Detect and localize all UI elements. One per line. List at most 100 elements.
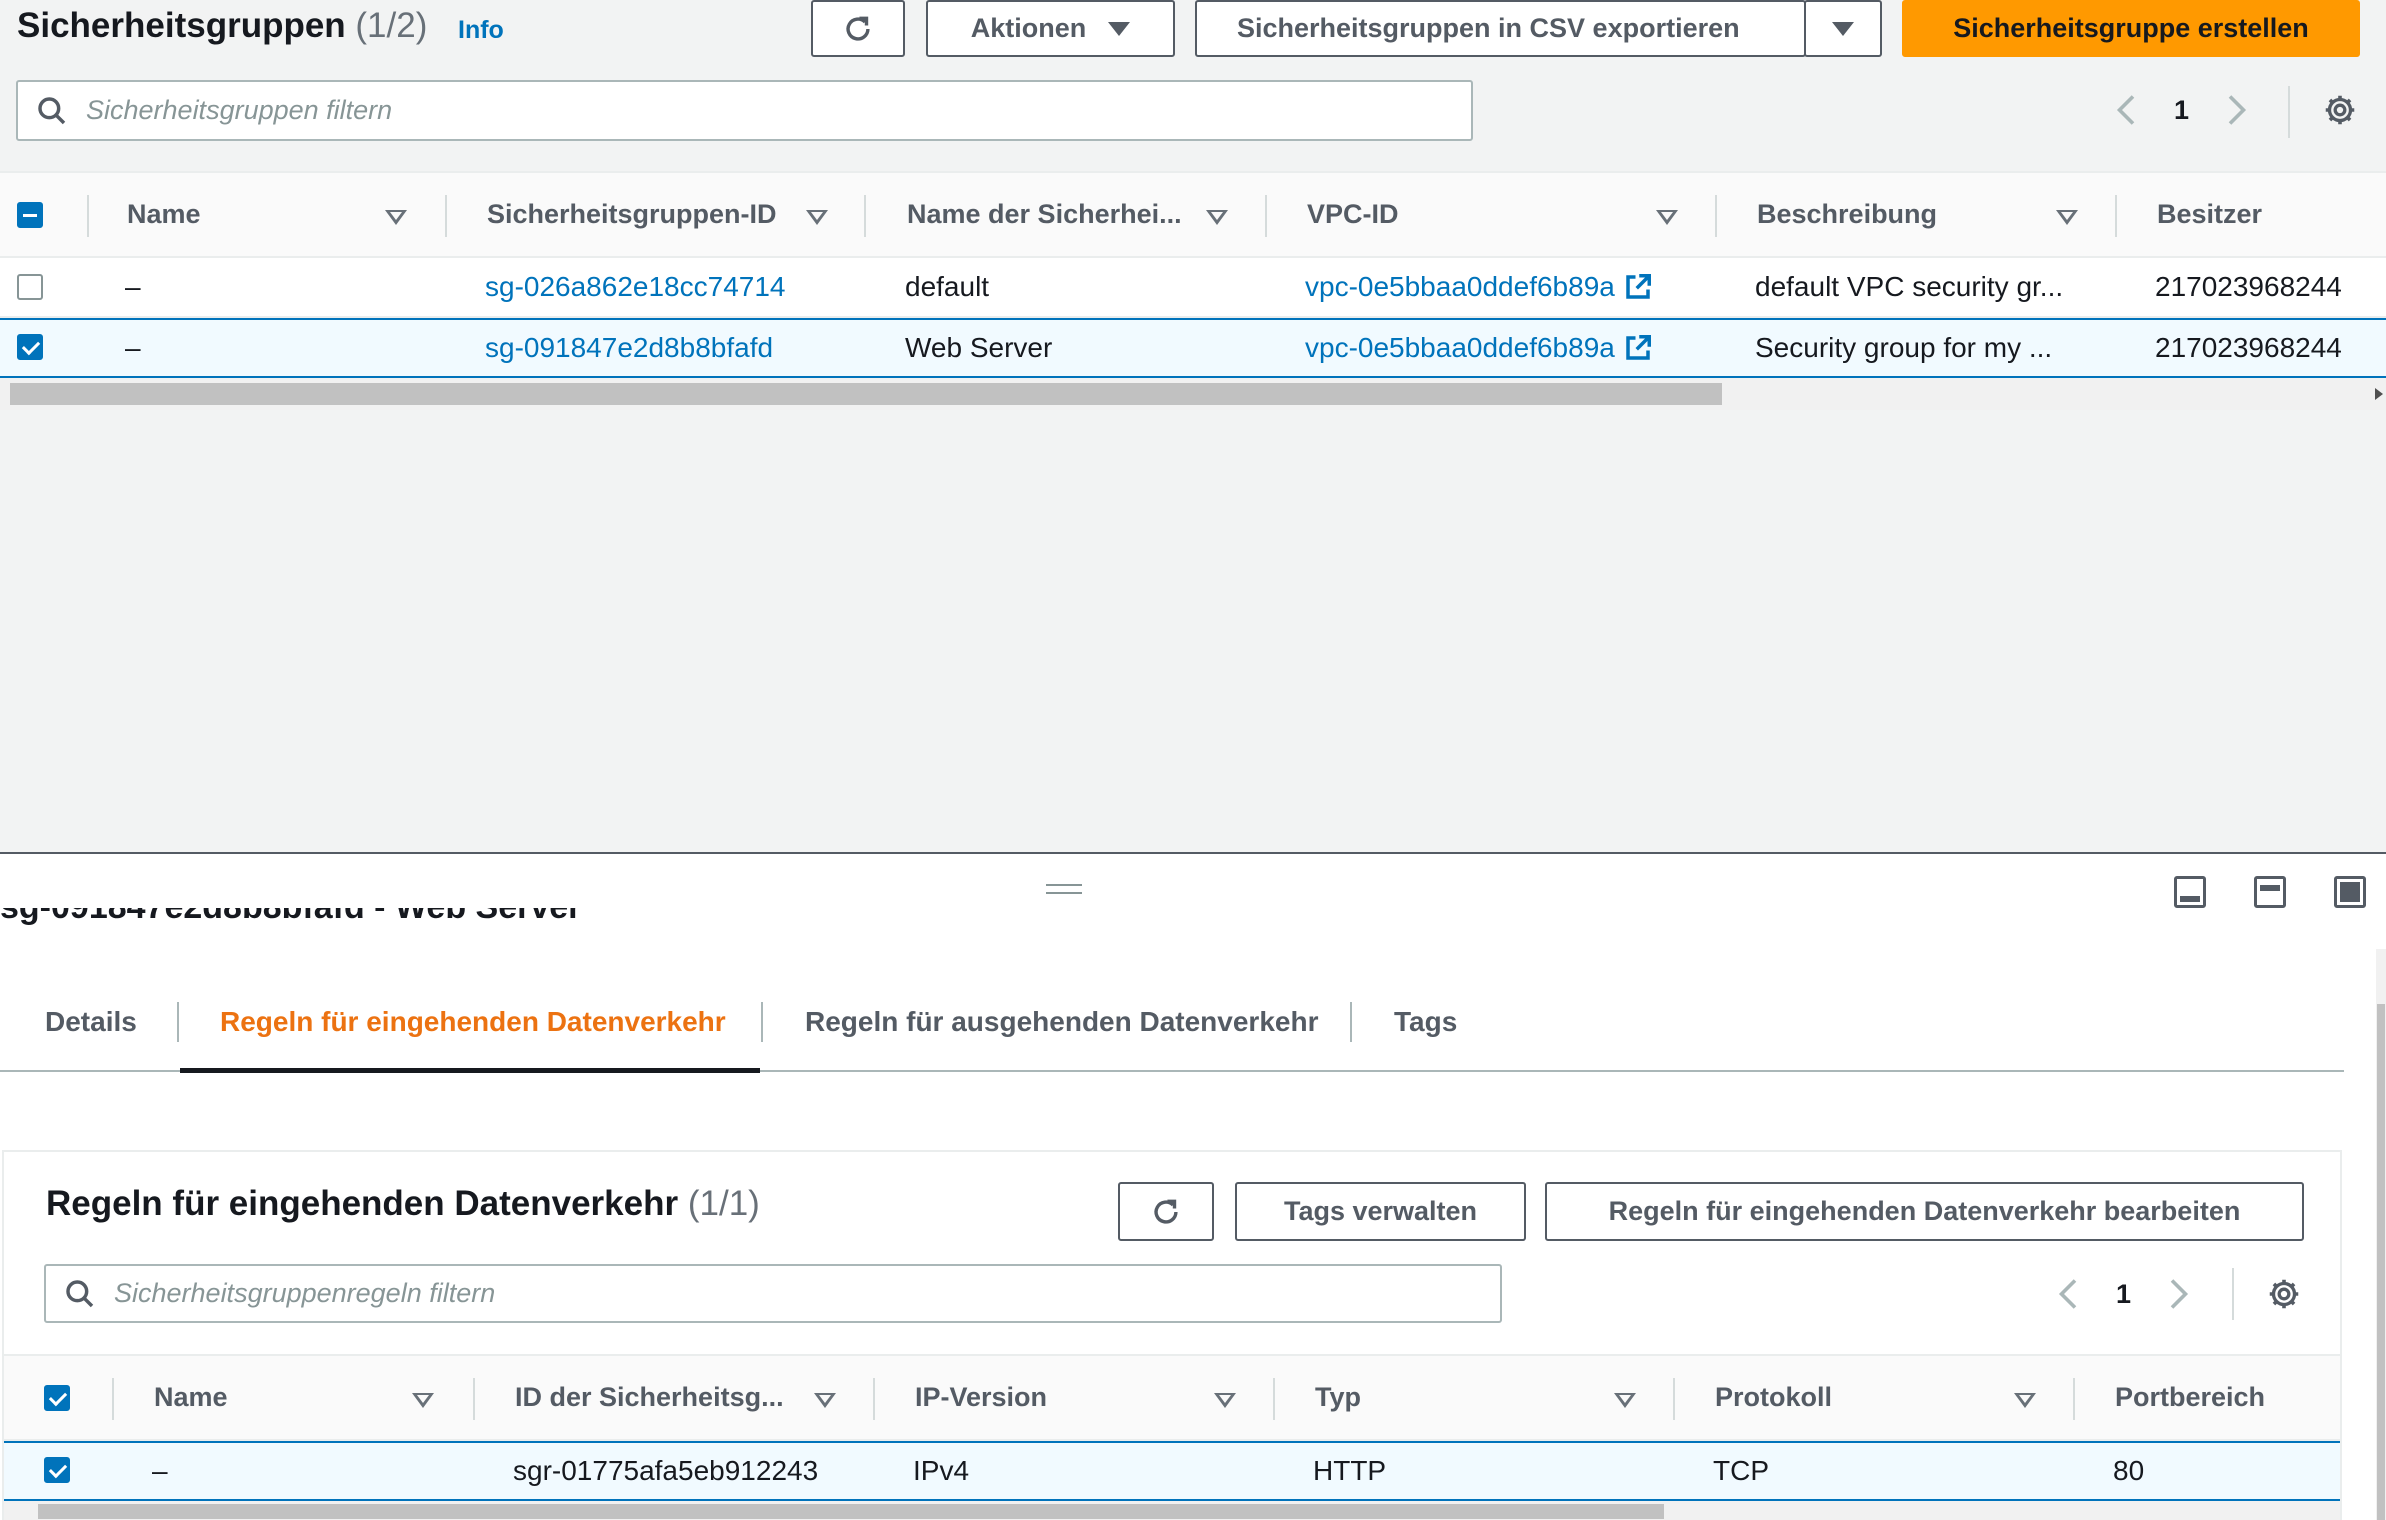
export-csv-label: Sicherheitsgruppen in CSV exportieren xyxy=(1237,13,1740,43)
manage-tags-button[interactable]: Tags verwalten xyxy=(1235,1182,1526,1241)
page-number[interactable]: 1 xyxy=(2174,95,2189,126)
sort-icon[interactable] xyxy=(385,210,407,225)
sort-icon[interactable] xyxy=(814,1393,836,1408)
active-tab-indicator xyxy=(180,1068,760,1073)
pager-divider xyxy=(2232,1268,2234,1320)
search-input[interactable]: Sicherheitsgruppen filtern xyxy=(16,80,1473,141)
export-dropdown-button[interactable] xyxy=(1804,0,1882,57)
row-checkbox[interactable] xyxy=(17,274,43,300)
rules-search-input[interactable]: Sicherheitsgruppenregeln filtern xyxy=(44,1264,1502,1323)
panel-position-side-icon[interactable] xyxy=(2254,876,2286,908)
column-header-owner[interactable]: Besitzer xyxy=(2157,173,2262,256)
rules-refresh-button[interactable] xyxy=(1118,1182,1214,1241)
row-name: – xyxy=(125,332,141,363)
column-separator xyxy=(873,1378,875,1420)
rule-name: – xyxy=(152,1455,168,1486)
actions-label: Aktionen xyxy=(970,13,1087,43)
scrollbar-thumb[interactable] xyxy=(38,1504,1664,1519)
sort-icon[interactable] xyxy=(1656,210,1678,225)
vpc-id-link[interactable]: vpc-0e5bbaa0ddef6b89a xyxy=(1305,320,1653,376)
vpc-id-text: vpc-0e5bbaa0ddef6b89a xyxy=(1305,332,1615,363)
info-link[interactable]: Info xyxy=(458,16,504,45)
sort-icon[interactable] xyxy=(806,210,828,225)
panel-position-bottom-icon[interactable] xyxy=(2174,876,2206,908)
column-separator xyxy=(2115,195,2117,237)
rules-pagination: 1 xyxy=(2054,1274,2193,1314)
rule-ip-version: IPv4 xyxy=(913,1455,970,1486)
header: Sicherheitsgruppen (1/2) Info Aktionen S… xyxy=(0,0,2386,60)
page-number[interactable]: 1 xyxy=(2116,1279,2131,1310)
resize-handle[interactable] xyxy=(1046,884,1082,894)
column-header-vpc-id[interactable]: VPC-ID xyxy=(1307,173,1399,256)
sort-icon[interactable] xyxy=(2056,210,2078,225)
table-row-selected[interactable]: – sg-091847e2d8b8bfafd Web Server vpc-0e… xyxy=(0,318,2386,378)
tab-inbound-rules[interactable]: Regeln für eingehenden Datenverkehr xyxy=(220,972,726,1072)
sort-icon[interactable] xyxy=(1614,1393,1636,1408)
chevron-right-icon[interactable] xyxy=(2163,1276,2193,1312)
tab-tags[interactable]: Tags xyxy=(1394,972,1457,1072)
column-header-sg-id[interactable]: Sicherheitsgruppen-ID xyxy=(487,173,777,256)
sort-icon[interactable] xyxy=(2014,1393,2036,1408)
settings-gear-icon[interactable] xyxy=(2322,92,2358,128)
column-separator xyxy=(87,195,89,237)
external-link-icon xyxy=(1626,335,1651,360)
sort-icon[interactable] xyxy=(412,1393,434,1408)
column-header-description[interactable]: Beschreibung xyxy=(1757,173,1937,256)
chevron-left-icon[interactable] xyxy=(2112,92,2142,128)
column-separator xyxy=(473,1378,475,1420)
column-separator xyxy=(2073,1378,2075,1420)
table-row[interactable]: – sg-026a862e18cc74714 default vpc-0e5bb… xyxy=(0,258,2386,318)
select-all-checkbox[interactable] xyxy=(44,1385,70,1411)
vertical-scrollbar[interactable] xyxy=(2376,949,2386,1520)
column-header-rule-id[interactable]: ID der Sicherheitsg... xyxy=(515,1356,784,1439)
scrollbar-thumb[interactable] xyxy=(2377,1004,2385,1520)
column-header-ip-version[interactable]: IP-Version xyxy=(915,1356,1047,1439)
column-header-protocol[interactable]: Protokoll xyxy=(1715,1356,1832,1439)
panel-maximize-icon[interactable] xyxy=(2334,876,2366,908)
rules-horizontal-scrollbar[interactable] xyxy=(4,1501,2340,1520)
selection-count: (1/2) xyxy=(355,6,428,45)
row-description: Security group for my ... xyxy=(1755,332,2053,363)
rules-title-text: Regeln für eingehenden Datenverkehr xyxy=(46,1184,679,1223)
row-description: default VPC security gr... xyxy=(1755,271,2064,302)
column-separator xyxy=(864,195,866,237)
horizontal-scrollbar[interactable] xyxy=(0,378,2386,410)
column-header-name[interactable]: Name xyxy=(127,173,201,256)
settings-gear-icon[interactable] xyxy=(2266,1276,2302,1312)
refresh-icon xyxy=(846,16,870,41)
rule-type: HTTP xyxy=(1313,1455,1387,1486)
scroll-right-arrow-icon[interactable] xyxy=(2374,387,2384,401)
column-header-port-range[interactable]: Portbereich xyxy=(2115,1356,2265,1439)
create-label: Sicherheitsgruppe erstellen xyxy=(1953,13,2309,43)
table-header: Name Sicherheitsgruppen-ID Name der Sich… xyxy=(0,171,2386,258)
column-separator xyxy=(112,1378,114,1420)
tab-list: Details Regeln für eingehenden Datenverk… xyxy=(0,972,2344,1073)
chevron-right-icon[interactable] xyxy=(2221,92,2251,128)
sort-icon[interactable] xyxy=(1206,210,1228,225)
row-checkbox[interactable] xyxy=(17,334,43,360)
row-checkbox[interactable] xyxy=(44,1457,70,1483)
sort-icon[interactable] xyxy=(1214,1393,1236,1408)
rules-table-header: Name ID der Sicherheitsg... IP-Version T… xyxy=(4,1354,2340,1441)
vpc-id-text: vpc-0e5bbaa0ddef6b89a xyxy=(1305,271,1615,302)
column-separator xyxy=(1273,1378,1275,1420)
column-header-type[interactable]: Typ xyxy=(1315,1356,1361,1439)
vpc-id-link[interactable]: vpc-0e5bbaa0ddef6b89a xyxy=(1305,258,1653,316)
sg-id-link[interactable]: sg-091847e2d8b8bfafd xyxy=(485,320,773,376)
sg-id-link[interactable]: sg-026a862e18cc74714 xyxy=(485,258,785,316)
tab-outbound-rules[interactable]: Regeln für ausgehenden Datenverkehr xyxy=(805,972,1318,1072)
column-header-name[interactable]: Name xyxy=(154,1356,228,1439)
edit-inbound-rules-button[interactable]: Regeln für eingehenden Datenverkehr bear… xyxy=(1545,1182,2304,1241)
chevron-left-icon[interactable] xyxy=(2054,1276,2084,1312)
export-csv-button[interactable]: Sicherheitsgruppen in CSV exportieren xyxy=(1195,0,1806,57)
column-header-sg-name[interactable]: Name der Sicherhei... xyxy=(907,173,1182,256)
tab-separator xyxy=(177,1002,179,1042)
tab-details[interactable]: Details xyxy=(45,972,137,1072)
scrollbar-thumb[interactable] xyxy=(10,383,1722,405)
row-sg-name: default xyxy=(905,271,990,302)
actions-dropdown[interactable]: Aktionen xyxy=(926,0,1175,57)
refresh-button[interactable] xyxy=(811,0,905,57)
select-all-checkbox[interactable] xyxy=(17,202,43,228)
create-security-group-button[interactable]: Sicherheitsgruppe erstellen xyxy=(1902,0,2360,57)
rules-table-row-selected[interactable]: – sgr-01775afa5eb912243 IPv4 HTTP TCP 80 xyxy=(4,1441,2340,1501)
